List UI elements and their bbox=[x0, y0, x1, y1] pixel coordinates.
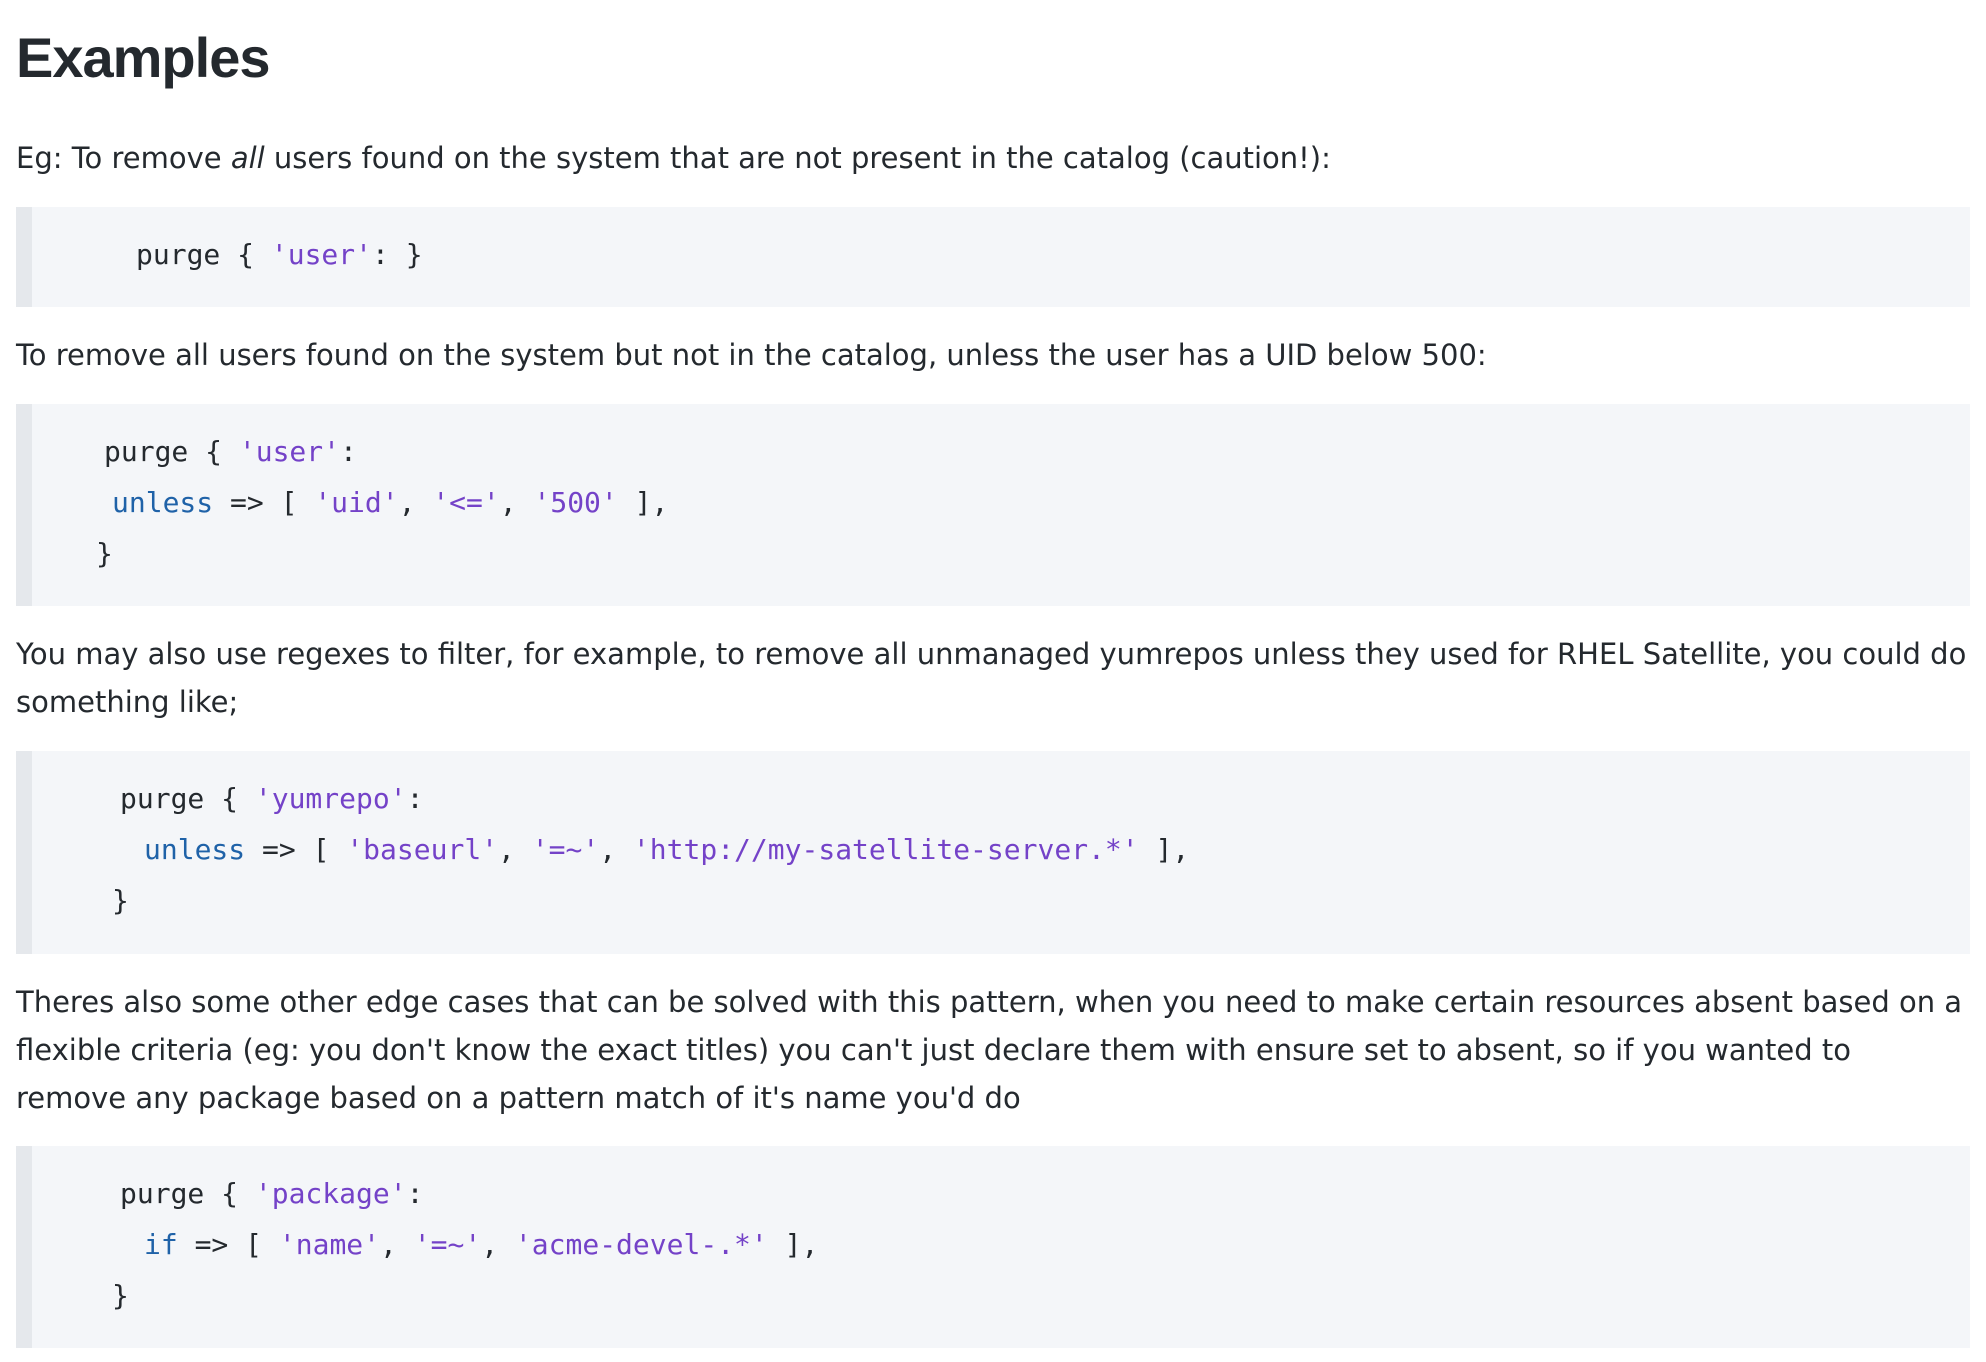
code-line: purge { 'user': bbox=[104, 435, 357, 468]
paragraph-edge-cases: Theres also some other edge cases that c… bbox=[16, 985, 1963, 1115]
intro-prefix: Eg: To remove bbox=[16, 141, 231, 175]
paragraph-regex-example: You may also use regexes to filter, for … bbox=[16, 637, 1967, 719]
code-block-purge-user: purge { 'user': } bbox=[16, 207, 1970, 307]
code-line: purge { 'package': bbox=[120, 1177, 424, 1210]
intro-emphasis: all bbox=[230, 141, 265, 175]
code-line: purge { 'yumrepo': bbox=[120, 782, 424, 815]
code-block-purge-package: purge { 'package': if => [ 'name', '=~',… bbox=[16, 1146, 1970, 1348]
code-block-purge-yumrepo: purge { 'yumrepo': unless => [ 'baseurl'… bbox=[16, 751, 1970, 954]
page-heading: Examples bbox=[16, 26, 270, 89]
code-line: } bbox=[96, 537, 113, 570]
code-line: unless => [ 'uid', '<=', '500' ], bbox=[112, 486, 669, 519]
intro-suffix: users found on the system that are not p… bbox=[264, 141, 1331, 175]
code-block-purge-user-unless: purge { 'user': unless => [ 'uid', '<=',… bbox=[16, 404, 1970, 606]
code-line: if => [ 'name', '=~', 'acme-devel-.*' ], bbox=[144, 1228, 819, 1261]
paragraph-uid-example: To remove all users found on the system … bbox=[16, 338, 1487, 372]
intro-paragraph: Eg: To remove all users found on the sys… bbox=[16, 134, 1970, 182]
code-line: } bbox=[112, 1279, 129, 1312]
code-line: } bbox=[112, 884, 129, 917]
code-line: unless => [ 'baseurl', '=~', 'http://my-… bbox=[144, 833, 1190, 866]
code-line: purge { 'user': } bbox=[136, 238, 423, 271]
